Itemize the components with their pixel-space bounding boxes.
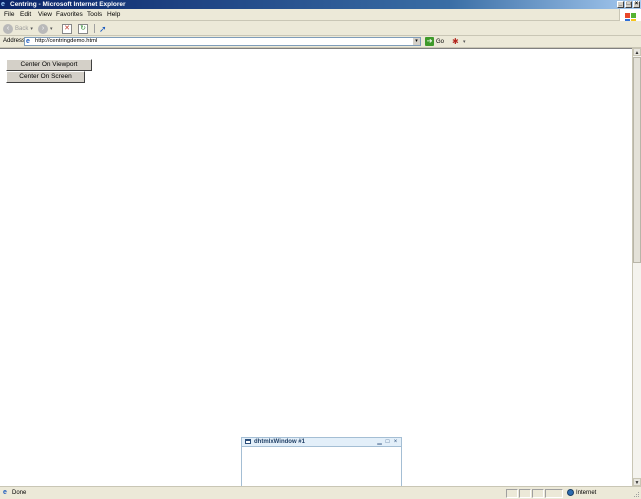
scrollbar-thumb[interactable]	[633, 57, 641, 263]
cursor-icon: ➚	[99, 23, 107, 34]
toolbar-separator	[94, 24, 95, 33]
stop-button[interactable]: ✕	[62, 23, 72, 34]
maximize-button[interactable]: □	[625, 1, 632, 8]
menu-favorites[interactable]: Favorites	[56, 11, 83, 18]
address-bar: Address e http://centringdemo.html ▾ ➔ G…	[0, 36, 641, 48]
refresh-icon: ↻	[78, 23, 88, 34]
minimize-button[interactable]: _	[617, 1, 624, 8]
page-icon: e	[26, 38, 30, 45]
status-pane	[532, 489, 544, 498]
go-label: Go	[436, 38, 445, 45]
select-cursor-button[interactable]: ➚	[99, 23, 107, 34]
menu-view[interactable]: View	[38, 11, 52, 18]
menu-help[interactable]: Help	[107, 11, 120, 18]
address-url: http://centringdemo.html	[35, 38, 98, 44]
address-dropdown-icon[interactable]: ▾	[413, 38, 420, 45]
forward-button[interactable]: › ▾	[38, 23, 53, 34]
back-button[interactable]: ‹ Back ▾	[3, 23, 33, 34]
status-pane	[545, 489, 563, 498]
page-done-icon: e	[3, 489, 7, 496]
status-bar: e Done Internet	[0, 486, 641, 499]
status-pane	[506, 489, 518, 498]
links-button[interactable]: ✱ ▾	[452, 37, 466, 46]
scroll-up-icon[interactable]: ▲	[633, 48, 641, 56]
internet-zone-icon	[567, 489, 574, 496]
links-icon: ✱	[452, 37, 459, 46]
dhtmlx-close-icon[interactable]: ×	[392, 438, 399, 446]
window-title: Centring - Microsoft Internet Explorer	[10, 1, 126, 8]
links-dropdown-icon[interactable]: ▾	[463, 39, 466, 45]
center-on-screen-button[interactable]: Center On Screen	[6, 71, 85, 83]
dhtmlx-window-title: dhtmlxWindow #1	[254, 439, 305, 445]
forward-arrow-icon: ›	[38, 23, 48, 34]
page-content: Center On Viewport Center On Screen	[0, 48, 632, 486]
dhtmlx-window-body	[242, 447, 401, 486]
back-label: Back	[15, 25, 29, 32]
scroll-down-icon[interactable]: ▼	[633, 478, 641, 486]
go-button[interactable]: ➔ Go	[425, 37, 444, 46]
menu-bar: File Edit View Favorites Tools Help	[0, 9, 641, 21]
dhtmlx-maximize-icon[interactable]: □	[384, 438, 391, 446]
ie-logo-icon: e	[1, 1, 5, 8]
title-bar: e Centring - Microsoft Internet Explorer…	[0, 0, 641, 9]
resize-grip-icon[interactable]	[632, 490, 640, 498]
vertical-scrollbar[interactable]: ▲ ▼	[632, 48, 641, 486]
back-dropdown-icon[interactable]: ▾	[30, 26, 33, 32]
close-button[interactable]: ×	[633, 1, 640, 8]
status-text: Done	[12, 490, 27, 496]
menu-tools[interactable]: Tools	[87, 11, 102, 18]
dhtmlx-minimize-icon[interactable]: ▁	[376, 438, 383, 446]
refresh-button[interactable]: ↻	[78, 23, 88, 34]
window-icon	[245, 439, 251, 444]
dhtmlx-window[interactable]: dhtmlxWindow #1 ▁ □ ×	[241, 437, 402, 487]
zone-label: Internet	[576, 490, 597, 496]
center-on-viewport-button[interactable]: Center On Viewport	[6, 59, 92, 71]
address-input[interactable]: e http://centringdemo.html ▾	[24, 37, 421, 46]
back-arrow-icon: ‹	[3, 23, 13, 34]
stop-icon: ✕	[62, 23, 72, 34]
status-pane	[519, 489, 531, 498]
forward-dropdown-icon[interactable]: ▾	[50, 26, 53, 32]
go-arrow-icon: ➔	[425, 37, 434, 46]
toolbar: ‹ Back ▾ › ▾ ✕ ↻ ➚	[0, 21, 641, 36]
menu-file[interactable]: File	[4, 11, 14, 18]
menu-edit[interactable]: Edit	[20, 11, 31, 18]
dhtmlx-window-header[interactable]: dhtmlxWindow #1 ▁ □ ×	[242, 438, 401, 447]
address-label: Address	[3, 38, 26, 44]
